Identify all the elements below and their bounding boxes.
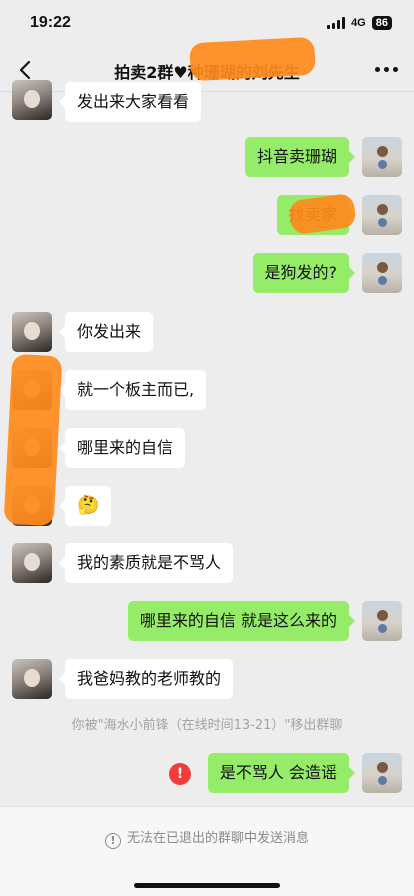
message-bubble[interactable]: 是不骂人 会造谣 [207, 753, 356, 793]
message-bubble[interactable]: 我的素质就是不骂人 [58, 543, 234, 583]
message-bubble[interactable]: 我爸妈教的老师教的 [58, 659, 234, 699]
avatar[interactable] [12, 80, 52, 120]
avatar[interactable] [362, 601, 402, 641]
info-circle-icon: ! [104, 833, 121, 849]
avatar[interactable] [12, 428, 52, 468]
status-time: 19:22 [30, 14, 71, 31]
message-bubble[interactable]: 哪里来的自信 [58, 428, 186, 468]
error-icon[interactable]: ! [169, 763, 191, 785]
emoji-bubble[interactable]: 🤔 [58, 486, 112, 526]
more-dots-icon [375, 67, 380, 72]
message-bubble[interactable]: 哪里来的自信 就是这么来的 [127, 601, 356, 641]
avatar[interactable] [362, 195, 402, 235]
bottom-bar: ! 无法在已退出的群聊中发送消息 [0, 806, 414, 896]
avatar[interactable] [12, 543, 52, 583]
avatar[interactable] [12, 486, 52, 526]
message-bubble[interactable]: 找卖家 [276, 195, 356, 235]
signal-icon [327, 17, 346, 29]
message-bubble[interactable]: 就一个板主而已, [58, 370, 207, 410]
avatar[interactable] [12, 370, 52, 410]
battery-level: 86 [371, 16, 392, 30]
home-indicator[interactable] [134, 883, 280, 888]
avatar[interactable] [362, 753, 402, 793]
chat-title: 拍卖2群♥种珊瑚的刘先生 [114, 63, 300, 82]
nav-bar: 拍卖2群♥种珊瑚的刘先生 [0, 48, 414, 92]
avatar[interactable] [12, 659, 52, 699]
more-button[interactable] [375, 67, 398, 72]
message-bubble[interactable]: 发出来大家看看 [58, 82, 202, 122]
status-indicators: 4G 86 [327, 16, 392, 30]
network-type: 4G [351, 17, 366, 29]
avatar[interactable] [362, 253, 402, 293]
avatar[interactable] [12, 312, 52, 352]
quit-notice: ! 无法在已退出的群聊中发送消息 [0, 827, 414, 849]
message-bubble[interactable]: 是狗发的? [252, 253, 355, 293]
avatar[interactable] [362, 137, 402, 177]
system-notice: 你被"海水小前锋（在线时间13-21）"移出群聊 [71, 718, 343, 733]
message-bubble[interactable]: 你发出来 [58, 312, 154, 352]
status-bar: 19:22 4G 86 [0, 0, 414, 48]
quit-notice-text: 无法在已退出的群聊中发送消息 [126, 831, 309, 846]
message-bubble[interactable]: 抖音卖珊瑚 [244, 137, 356, 177]
